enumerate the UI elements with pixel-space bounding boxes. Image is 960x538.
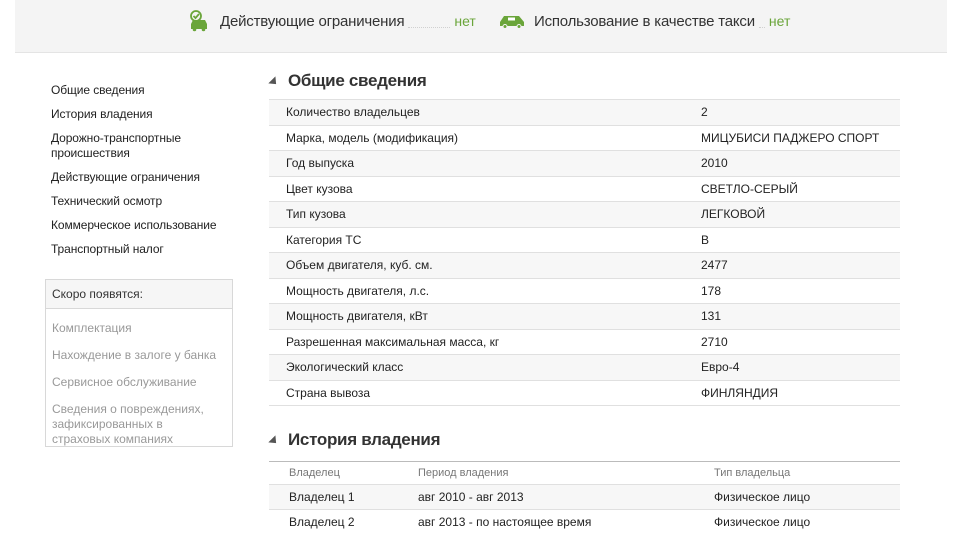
owner-type-cell: Физическое лицо	[714, 514, 811, 529]
row-value: СВЕТЛО-СЕРЫЙ	[701, 181, 798, 196]
row-value: 178	[701, 283, 722, 298]
sidebar-link-inspection[interactable]: Технический осмотр	[51, 194, 236, 209]
section-title-history[interactable]: История владения	[268, 430, 441, 450]
coming-soon-item: Нахождение в залоге у банка	[52, 348, 217, 362]
taxi-value: нет	[768, 13, 791, 29]
sidebar-link-accidents[interactable]: Дорожно-транспортные происшествия	[51, 131, 191, 161]
section-title-general[interactable]: Общие сведения	[268, 71, 427, 91]
row-value: B	[701, 232, 710, 247]
table-row: Страна вывоза ФИНЛЯНДИЯ	[269, 380, 900, 406]
row-value: 2710	[701, 334, 728, 349]
column-header-period: Период владения	[418, 467, 509, 479]
coming-soon-title: Скоро появятся:	[46, 280, 232, 309]
period-cell: авг 2013 - по настоящее время	[418, 514, 592, 529]
column-header-owner: Владелец	[289, 467, 340, 479]
general-info-table: Количество владельцев 2 Марка, модель (мод…	[269, 99, 900, 406]
row-value: МИЦУБИСИ ПАДЖЕРО СПОРТ	[701, 130, 880, 145]
table-row: Экологический класс Евро-4	[269, 354, 900, 380]
table-row: Количество владельцев 2	[269, 99, 900, 125]
row-value: ЛЕГКОВОЙ	[701, 207, 766, 222]
dotted-leader	[408, 14, 451, 28]
row-key: Мощность двигателя, кВт	[286, 309, 428, 324]
row-value: 131	[701, 309, 722, 324]
coming-soon-box: Скоро появятся: Комплектация Нахождение …	[45, 279, 233, 447]
row-key: Количество владельцев	[286, 105, 420, 120]
taxi-status: Использование в качестве такси нет	[498, 8, 790, 34]
table-row: Мощность двигателя, л.с. 178	[269, 278, 900, 304]
sidebar-link-history[interactable]: История владения	[51, 107, 236, 122]
table-row: Категория ТС B	[269, 227, 900, 253]
table-header-row: Владелец Период владения Тип владельца	[269, 461, 900, 485]
table-row: Владелец 2 авг 2013 - по настоящее время Ф…	[269, 509, 900, 534]
table-row: Марка, модель (модификация) МИЦУБИСИ ПАДЖ…	[269, 125, 900, 151]
table-row: Разрешенная максимальная масса, кг 2710	[269, 329, 900, 355]
row-key: Цвет кузова	[286, 181, 353, 196]
sidebar-link-commercial[interactable]: Коммерческое использование	[51, 218, 236, 233]
owner-cell: Владелец 1	[289, 489, 355, 504]
row-key: Разрешенная максимальная масса, кг	[286, 334, 500, 349]
table-row: Владелец 1 авг 2010 - авг 2013 Физическое …	[269, 484, 900, 509]
coming-soon-item: Комплектация	[52, 321, 132, 335]
row-key: Категория ТС	[286, 232, 362, 247]
status-banner: Действующие ограничения нет Использовани…	[15, 0, 947, 53]
sidebar-link-general[interactable]: Общие сведения	[51, 83, 236, 98]
restrictions-label: Действующие ограничения	[220, 12, 405, 30]
column-header-owner-type: Тип владельца	[714, 467, 791, 479]
collapse-arrow-icon[interactable]	[268, 435, 280, 447]
row-value: ФИНЛЯНДИЯ	[701, 385, 779, 400]
sidebar-link-restrictions[interactable]: Действующие ограничения	[51, 170, 236, 185]
row-value: Евро-4	[701, 360, 740, 375]
sidebar-nav: Общие сведения История владения Дорожно-…	[51, 83, 236, 266]
owner-cell: Владелец 2	[289, 514, 355, 529]
collapse-arrow-icon[interactable]	[268, 76, 280, 88]
row-key: Год выпуска	[286, 156, 354, 171]
coming-soon-item: Сведения о повреждениях, зафиксированных…	[52, 402, 204, 446]
period-cell: авг 2010 - авг 2013	[418, 489, 524, 504]
sidebar-link-tax[interactable]: Транспортный налог	[51, 242, 236, 257]
row-key: Мощность двигателя, л.с.	[286, 283, 430, 298]
owner-type-cell: Физическое лицо	[714, 489, 811, 504]
row-key: Экологический класс	[286, 360, 404, 375]
section-title-text: История владения	[288, 430, 441, 449]
table-row: Тип кузова ЛЕГКОВОЙ	[269, 201, 900, 227]
section-title-text: Общие сведения	[288, 71, 427, 90]
row-key: Страна вывоза	[286, 385, 371, 400]
taxi-label: Использование в качестве такси	[534, 12, 755, 30]
row-value: 2	[701, 105, 708, 120]
table-row: Мощность двигателя, кВт 131	[269, 303, 900, 329]
table-row: Цвет кузова СВЕТЛО-СЕРЫЙ	[269, 176, 900, 202]
table-row: Объем двигателя, куб. см. 2477	[269, 252, 900, 278]
row-key: Марка, модель (модификация)	[286, 130, 459, 145]
row-key: Объем двигателя, куб. см.	[286, 258, 433, 273]
dotted-leader	[758, 14, 765, 28]
coming-soon-item: Сервисное обслуживание	[52, 375, 197, 389]
restrictions-value: нет	[454, 13, 476, 29]
table-row: Год выпуска 2010	[269, 150, 900, 176]
row-value: 2477	[701, 258, 728, 273]
ownership-history-table: Владелец Период владения Тип владельца В…	[269, 461, 900, 534]
car-check-icon	[188, 10, 212, 32]
restrictions-status: Действующие ограничения нет	[188, 8, 476, 34]
row-value: 2010	[701, 156, 728, 171]
taxi-icon	[498, 10, 526, 32]
row-key: Тип кузова	[286, 207, 346, 222]
